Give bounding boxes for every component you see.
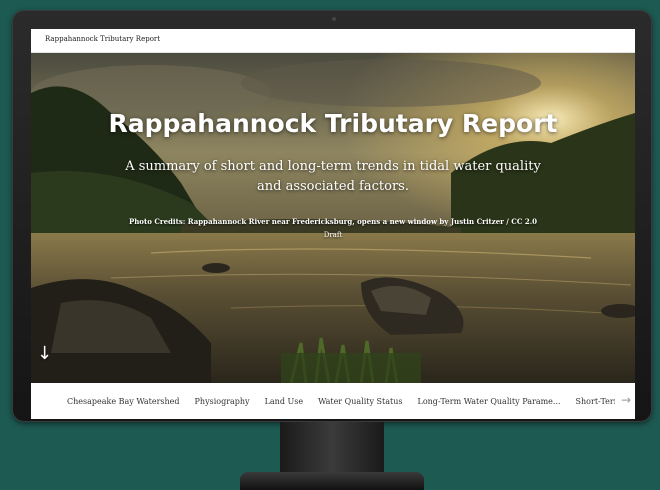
nav-item-land-use[interactable]: Land Use — [265, 397, 303, 406]
monitor-screen: Rappahannock Tributary Report Rappahanno… — [31, 29, 635, 419]
draft-status: Draft — [323, 231, 343, 239]
arrow-down-icon[interactable]: ↓ — [37, 343, 52, 364]
photo-credits[interactable]: Photo Credits: Rappahannock River near F… — [31, 217, 635, 226]
nav-item-short-term-water-quality[interactable]: Short-Term Water Q — [576, 397, 615, 406]
hero-subtitle: A summary of short and long-term trends … — [125, 159, 541, 194]
monitor-stand — [240, 472, 424, 490]
nav-item-chesapeake-bay-watershed[interactable]: Chesapeake Bay Watershed — [67, 397, 180, 406]
nav-item-long-term-water-quality[interactable]: Long-Term Water Quality Parame... — [418, 397, 561, 406]
hero-section: Rappahannock Tributary Report A summary … — [31, 53, 635, 383]
app-title[interactable]: Rappahannock Tributary Report — [45, 35, 160, 43]
arrow-right-icon[interactable]: → — [621, 393, 631, 407]
section-nav: Chesapeake Bay Watershed Physiography La… — [31, 383, 635, 419]
hero-title: Rappahannock Tributary Report — [108, 109, 558, 138]
app-header: Rappahannock Tributary Report — [31, 29, 635, 53]
webcam-dot — [332, 17, 336, 21]
nav-item-water-quality-status[interactable]: Water Quality Status — [318, 397, 402, 406]
monitor-bezel: Rappahannock Tributary Report Rappahanno… — [12, 10, 652, 422]
monitor-neck — [280, 422, 384, 474]
nav-item-physiography[interactable]: Physiography — [195, 397, 250, 406]
nav-items: Chesapeake Bay Watershed Physiography La… — [67, 383, 615, 419]
